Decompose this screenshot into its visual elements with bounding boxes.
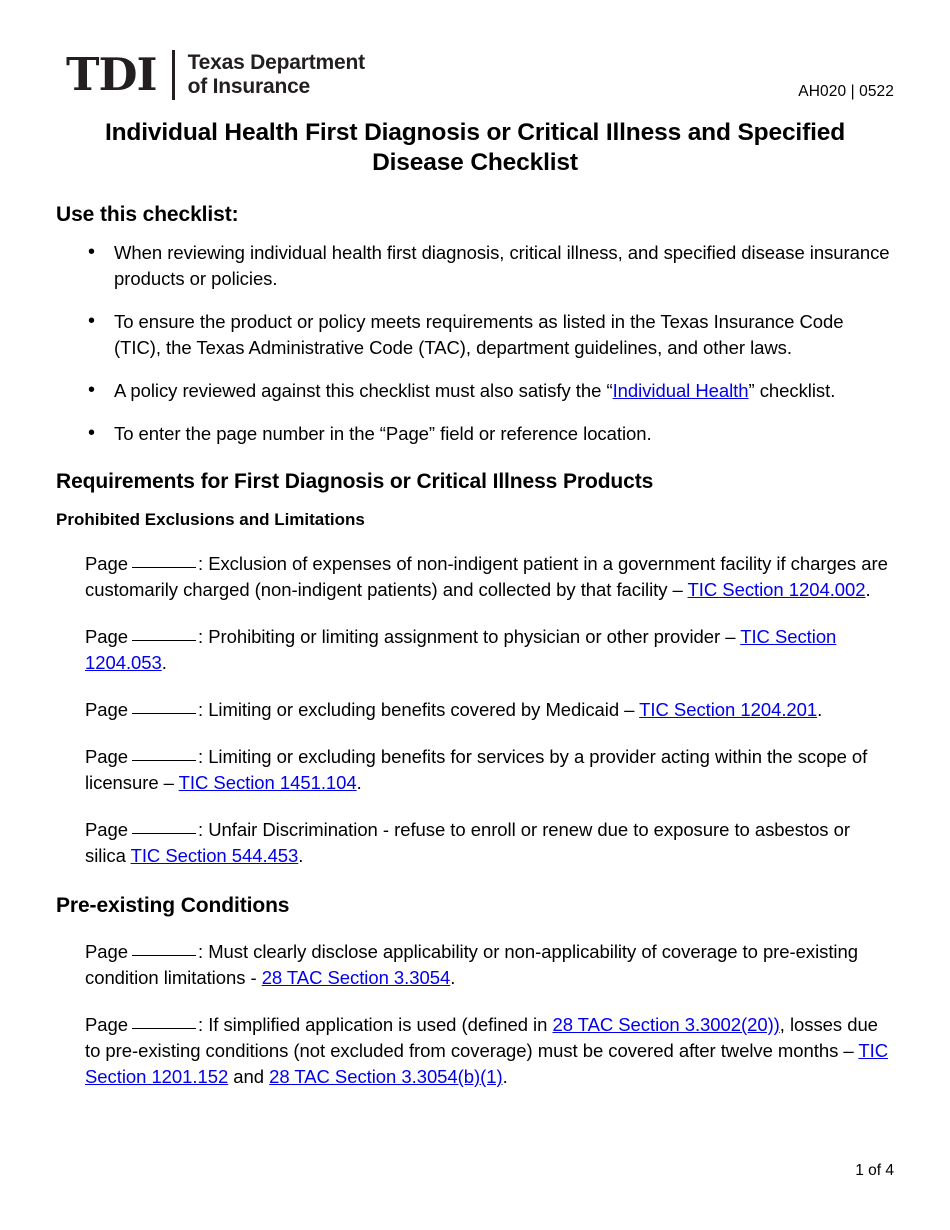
tdi-logo-wordmark: Texas Department of Insurance: [187, 51, 366, 99]
tdi-logo-mark: TDI: [66, 48, 158, 101]
prohibited-exclusions-subheading: Prohibited Exclusions and Limitations: [56, 510, 365, 529]
requirement-join-word: and: [228, 1066, 270, 1087]
page-label: Page: [85, 626, 129, 647]
individual-health-link[interactable]: Individual Health: [613, 380, 749, 401]
requirement-text: : Must clearly disclose applicability or…: [85, 941, 858, 988]
requirement-text-tail: .: [502, 1066, 508, 1087]
statute-link[interactable]: TIC Section 1204.002: [688, 579, 866, 600]
logo-divider-rule: [171, 50, 175, 100]
requirement-item: Page: Unfair Discrimination - refuse to …: [56, 817, 894, 869]
page-number-blank-field[interactable]: [132, 745, 197, 761]
document-header: TDI Texas Department of Insurance AH020 …: [0, 0, 950, 112]
page-number-blank-field[interactable]: [132, 1013, 197, 1029]
requirement-text-tail: .: [298, 845, 304, 866]
bullet-text: A policy reviewed against this checklist…: [114, 380, 613, 401]
list-item: A policy reviewed against this checklist…: [56, 377, 894, 404]
tdi-logo: TDI Texas Department of Insurance: [66, 46, 365, 104]
statute-link[interactable]: TIC Section 544.453: [131, 845, 299, 866]
page-label: Page: [85, 553, 129, 574]
document-body: Individual Health First Diagnosis or Cri…: [56, 118, 894, 1111]
page-number-blank-field[interactable]: [132, 940, 197, 956]
preexisting-conditions-heading: Pre-existing Conditions: [56, 894, 290, 917]
page-label: Page: [85, 699, 129, 720]
tdi-logo-wordmark-line1: Texas Department: [187, 51, 366, 74]
document-page: TDI Texas Department of Insurance AH020 …: [0, 0, 950, 1230]
requirement-text-tail: .: [356, 772, 362, 793]
page-label: Page: [85, 746, 129, 767]
statute-link[interactable]: 28 TAC Section 3.3054: [262, 967, 451, 988]
requirement-text: : If simplified application is used (def…: [198, 1014, 553, 1035]
page-label: Page: [85, 941, 129, 962]
requirement-item: Page : Prohibiting or limiting assignment…: [56, 624, 894, 676]
bullet-text-tail: ” checklist.: [748, 380, 836, 401]
page-number-blank-field[interactable]: [132, 698, 197, 714]
list-item: To enter the page number in the “Page” f…: [56, 420, 894, 447]
use-checklist-heading: Use this checklist:: [56, 203, 239, 226]
page-number-blank-field[interactable]: [132, 552, 197, 568]
page-number-blank-field[interactable]: [132, 818, 197, 834]
requirement-item: Page : If simplified application is used …: [56, 1012, 894, 1090]
bullet-text: To ensure the product or policy meets re…: [114, 311, 844, 358]
bullet-text: When reviewing individual health first d…: [114, 242, 890, 289]
page-title: Individual Health First Diagnosis or Cri…: [104, 119, 846, 176]
list-item: To ensure the product or policy meets re…: [56, 308, 894, 361]
page-number-blank-field[interactable]: [132, 625, 197, 641]
bullet-text: To enter the page number in the “Page” f…: [114, 423, 652, 444]
page-label: Page: [85, 1014, 129, 1035]
requirement-text: : Prohibiting or limiting assignment to …: [198, 626, 741, 647]
requirement-item: Page: Exclusion of expenses of non-indig…: [56, 551, 894, 603]
statute-link[interactable]: TIC Section 1451.104: [179, 772, 357, 793]
footer-page-number: 1 of 4: [855, 1162, 894, 1179]
statute-link[interactable]: 28 TAC Section 3.3054(b)(1): [269, 1066, 503, 1087]
requirement-text-tail: .: [450, 967, 456, 988]
requirements-heading: Requirements for First Diagnosis or Crit…: [56, 470, 654, 493]
use-checklist-list: When reviewing individual health first d…: [56, 239, 894, 447]
requirement-text-tail: .: [161, 652, 167, 673]
requirement-item: Page: Must clearly disclose applicabilit…: [56, 939, 894, 991]
requirement-item: Page: Limiting or excluding benefits for…: [56, 744, 894, 796]
statute-link[interactable]: 28 TAC Section 3.3002(20)): [552, 1014, 779, 1035]
page-label: Page: [85, 819, 129, 840]
document-id: AH020 | 0522: [798, 83, 894, 100]
tdi-logo-wordmark-line2: of Insurance: [187, 75, 311, 98]
list-item: When reviewing individual health first d…: [56, 239, 894, 292]
statute-link[interactable]: TIC Section 1204.201: [639, 699, 817, 720]
requirement-text-tail: .: [865, 579, 871, 600]
requirement-text-tail: .: [817, 699, 823, 720]
requirement-item: Page : Limiting or excluding benefits cov…: [56, 697, 894, 723]
requirement-text: : Limiting or excluding benefits covered…: [198, 699, 640, 720]
